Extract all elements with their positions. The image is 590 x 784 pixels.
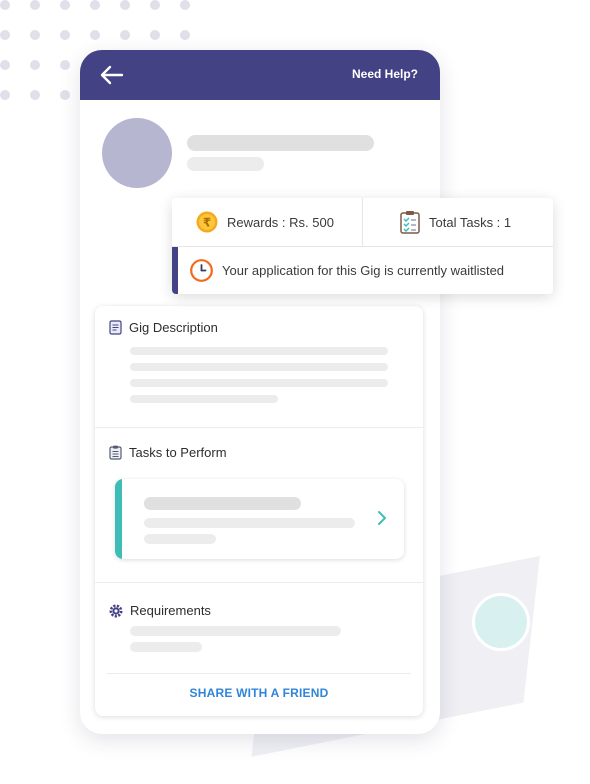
waitlist-status: Your application for this Gig is current… [190, 259, 504, 282]
task-title-skeleton [144, 497, 301, 510]
gear-icon [109, 604, 123, 617]
description-line [130, 363, 388, 371]
phone-screen: Need Help? Gig Description Tasks to Perf… [80, 50, 440, 734]
gig-description-header: Gig Description [109, 320, 218, 335]
chevron-right-icon[interactable] [376, 509, 388, 527]
description-line [130, 347, 388, 355]
description-line [130, 395, 278, 403]
total-tasks-info: Total Tasks : 1 [400, 210, 511, 234]
status-accent-bar [172, 247, 178, 294]
total-tasks-label: Total Tasks : 1 [429, 214, 512, 230]
task-card[interactable] [115, 479, 404, 559]
need-help-link[interactable]: Need Help? [352, 67, 418, 81]
section-divider [95, 427, 423, 428]
gig-info-card: ₹ Rewards : Rs. 500 Total Tasks : 1 Your… [172, 198, 553, 294]
gig-details-illustration: Need Help? Gig Description Tasks to Perf… [0, 0, 590, 784]
gig-description-title: Gig Description [129, 320, 218, 335]
waitlist-status-label: Your application for this Gig is current… [222, 263, 505, 278]
app-header: Need Help? [80, 50, 440, 100]
tasks-title: Tasks to Perform [129, 445, 227, 460]
svg-text:₹: ₹ [203, 216, 211, 230]
title-skeleton [187, 135, 374, 151]
arrow-left-icon[interactable] [100, 64, 124, 86]
rewards-info: ₹ Rewards : Rs. 500 [196, 211, 334, 233]
decorative-circle [472, 593, 530, 651]
subtitle-skeleton [187, 157, 264, 171]
requirements-title: Requirements [130, 603, 211, 618]
task-line-skeleton [144, 534, 216, 544]
clipboard-icon [109, 445, 122, 460]
gig-content-card: Gig Description Tasks to Perform Require… [95, 306, 423, 716]
section-divider [107, 673, 411, 674]
requirements-line [130, 626, 341, 636]
tasks-header: Tasks to Perform [109, 445, 227, 460]
clock-icon [190, 259, 213, 282]
rewards-label: Rewards : Rs. 500 [227, 214, 334, 230]
info-divider [362, 198, 363, 246]
requirements-line [130, 642, 202, 652]
description-line [130, 379, 388, 387]
requirements-header: Requirements [109, 603, 211, 618]
info-divider [172, 246, 553, 247]
checklist-icon [400, 211, 420, 234]
document-icon [109, 320, 122, 335]
section-divider [95, 582, 423, 583]
avatar-placeholder [102, 118, 172, 188]
share-with-friend-button[interactable]: SHARE WITH A FRIEND [95, 686, 423, 700]
task-accent-bar [115, 479, 122, 559]
rupee-coin-icon: ₹ [196, 211, 218, 233]
task-line-skeleton [144, 518, 355, 528]
